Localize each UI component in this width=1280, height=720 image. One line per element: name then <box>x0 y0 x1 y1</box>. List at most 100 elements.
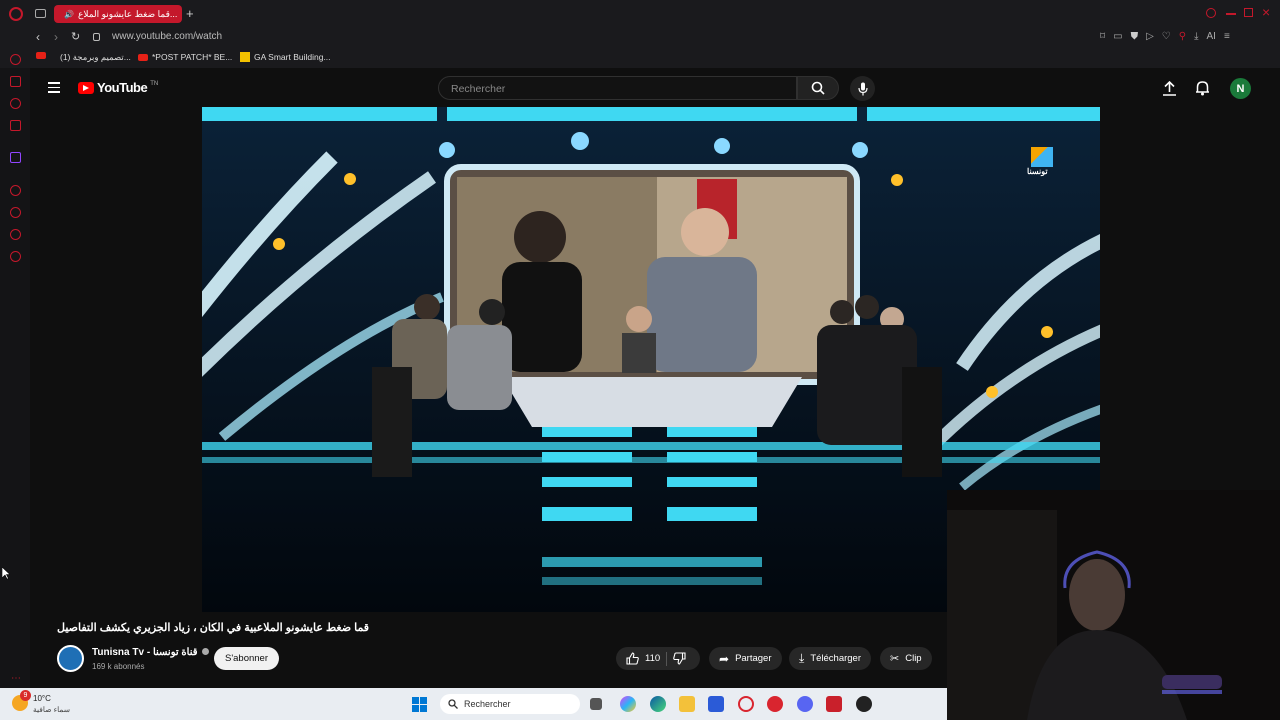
country-code: TN <box>150 80 159 87</box>
app-dark-icon[interactable] <box>856 696 872 712</box>
search-input[interactable]: Rechercher <box>438 76 797 100</box>
download-label: Télécharger <box>810 653 862 664</box>
bookmark-label: *POST PATCH* BE... <box>152 52 233 62</box>
weather-description: سماء صافية <box>33 705 71 714</box>
microphone-icon <box>857 82 868 95</box>
channel-logo-mark-icon <box>1031 147 1053 167</box>
youtube-icon <box>36 52 46 59</box>
player-icon[interactable] <box>10 185 21 196</box>
clip-button[interactable]: ✂ Clip <box>880 647 932 670</box>
webcam-overlay <box>947 490 1280 720</box>
like-icon[interactable] <box>626 652 639 665</box>
tv-channel-logo: تونسنا <box>1027 147 1053 176</box>
play-icon[interactable]: ▷ <box>1146 31 1154 42</box>
discord-icon[interactable] <box>797 696 813 712</box>
youtube-logo[interactable]: YouTube TN <box>78 80 158 95</box>
active-tab[interactable]: 🔊 قما ضغط عايشونو الملاع... <box>54 5 182 23</box>
pinboard-icon[interactable] <box>10 120 21 131</box>
edge-icon[interactable] <box>650 696 666 712</box>
like-count[interactable]: 110 <box>645 653 660 664</box>
hamburger-menu-icon[interactable] <box>48 82 60 93</box>
minimize-button[interactable] <box>1226 13 1236 15</box>
share-label: Partager <box>735 653 772 664</box>
upload-icon[interactable] <box>1162 81 1177 96</box>
aria-icon[interactable] <box>10 76 21 87</box>
like-divider <box>666 651 668 666</box>
scissors-icon: ✂ <box>890 653 900 665</box>
voice-search-button[interactable] <box>850 76 875 101</box>
toolbar-icons: ⌑ ▭ ⛊ ▷ ♡ ⚲ ⤓ AI ≡ <box>1100 31 1230 42</box>
bookmark-item[interactable]: *POST PATCH* BE... <box>138 52 232 62</box>
bookmarks-bar: (1) تصميم وبرمجة... *POST PATCH* BE... G… <box>0 48 1280 68</box>
webcam-feed <box>947 490 1280 720</box>
search-icon <box>811 81 825 95</box>
bookmark-item[interactable]: (1) تصميم وبرمجة... <box>60 52 131 63</box>
weather-temperature: 10°C <box>33 694 51 703</box>
snapshot-icon[interactable]: ▭ <box>1113 31 1122 42</box>
share-button[interactable]: ➦ Partager <box>709 647 782 670</box>
maximize-button[interactable] <box>1244 8 1253 17</box>
ga-icon <box>240 52 250 62</box>
search-tabs-icon[interactable] <box>1206 8 1216 18</box>
sidebar-more-icon[interactable]: ⋯ <box>11 673 21 684</box>
bookmark-item[interactable]: GA Smart Building... <box>240 52 331 62</box>
task-view-icon[interactable] <box>590 698 602 710</box>
download-button[interactable]: ⤓ Télécharger <box>789 647 872 670</box>
app-red-icon[interactable] <box>767 696 783 712</box>
taskbar-search-label: Rechercher <box>464 699 511 709</box>
instagram-icon[interactable] <box>10 98 21 109</box>
dislike-icon[interactable] <box>673 652 686 665</box>
clip-label: Clip <box>905 653 922 664</box>
app-v-icon[interactable] <box>826 696 842 712</box>
youtube-icon <box>138 53 148 61</box>
browser-tab-bar: 🔊 قما ضغط عايشونو الملاع... + × <box>0 0 1280 28</box>
speaker-icon[interactable]: 🔊 <box>64 10 74 19</box>
address-bar-row: ‹ › ↻ www.youtube.com/watch ⌑ ▭ ⛊ ▷ ♡ ⚲ … <box>0 28 1280 48</box>
file-explorer-icon[interactable] <box>679 696 695 712</box>
ai-icon[interactable]: AI <box>1207 31 1216 42</box>
channel-name[interactable]: Tunisna Tv - قناة تونسنا <box>92 647 210 658</box>
menu-icon[interactable]: ≡ <box>1224 31 1230 42</box>
bookmark-item[interactable] <box>36 52 46 59</box>
opera-icon[interactable] <box>738 696 754 712</box>
account-avatar[interactable]: N <box>1230 78 1251 99</box>
extensions-icon[interactable] <box>10 229 21 240</box>
browser-sidebar: ⋯ <box>0 54 30 688</box>
channel-logo-text: تونسنا <box>1027 167 1048 176</box>
like-dislike-group: 110 <box>616 647 700 670</box>
subscriber-count: 169 k abonnés <box>92 662 145 671</box>
settings-icon[interactable] <box>10 251 21 262</box>
shield-icon[interactable]: ⛊ <box>1131 31 1139 42</box>
tab-overview-icon[interactable] <box>35 9 46 18</box>
notifications-icon[interactable] <box>1195 80 1210 96</box>
account-icon[interactable]: ⚲ <box>1179 31 1186 42</box>
taskbar-search-icon <box>448 699 458 709</box>
taskbar-search[interactable]: Rechercher <box>440 694 580 714</box>
history-icon[interactable] <box>10 207 21 218</box>
mouse-cursor-icon <box>2 567 10 580</box>
copilot-icon[interactable] <box>620 696 636 712</box>
url-text[interactable]: www.youtube.com/watch <box>112 31 222 42</box>
video-title: قما ضغط عايشونو الملاعبية في الكان ، زيا… <box>57 622 370 634</box>
download-icon[interactable]: ⤓ <box>1194 31 1198 42</box>
share-icon: ➦ <box>719 651 730 666</box>
channel-name-text: Tunisna Tv - قناة تونسنا <box>92 647 198 658</box>
bookmark-label: GA Smart Building... <box>254 52 331 62</box>
search-button[interactable] <box>797 76 839 100</box>
weather-badge: 9 <box>20 690 31 701</box>
bookmark-icon[interactable]: ⌑ <box>1100 31 1105 42</box>
subscribe-button[interactable]: S'abonner <box>214 647 279 670</box>
forward-icon[interactable]: › <box>54 30 58 44</box>
active-tab-title: قما ضغط عايشونو الملاع... <box>77 8 178 19</box>
heart-icon[interactable]: ♡ <box>1162 31 1171 42</box>
twitch-icon[interactable] <box>10 152 21 163</box>
close-window-button[interactable]: × <box>1262 4 1270 20</box>
messenger-icon[interactable] <box>10 54 21 65</box>
reload-icon[interactable]: ↻ <box>71 30 80 43</box>
windows-start-icon[interactable] <box>412 697 427 712</box>
channel-avatar[interactable] <box>57 645 84 672</box>
back-icon[interactable]: ‹ <box>36 30 40 44</box>
opera-logo-icon[interactable] <box>9 7 23 21</box>
store-icon[interactable] <box>708 696 724 712</box>
new-tab-button[interactable]: + <box>186 6 194 21</box>
